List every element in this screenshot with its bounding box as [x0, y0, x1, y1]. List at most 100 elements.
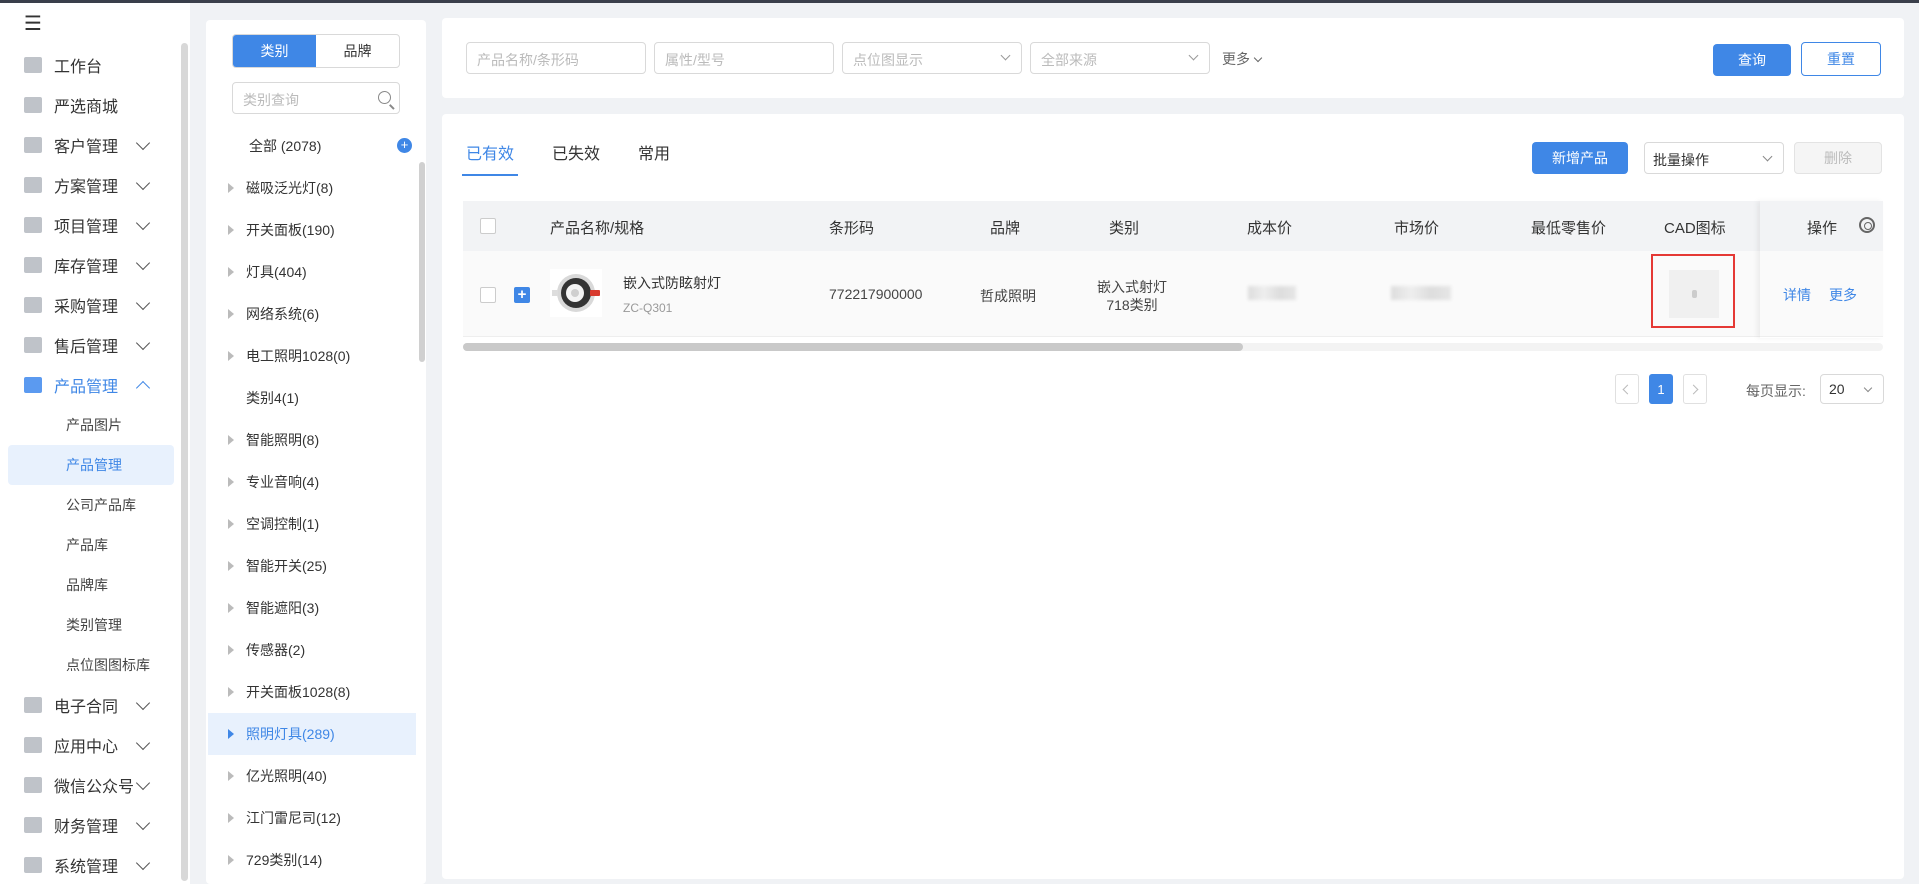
- category-scrollbar[interactable]: [419, 162, 425, 362]
- product-name-input[interactable]: 产品名称/条形码: [466, 42, 646, 74]
- table-horizontal-scrollbar[interactable]: [463, 343, 1883, 351]
- sidebar-item-customer[interactable]: 客户管理: [0, 125, 180, 165]
- reset-button[interactable]: 重置: [1801, 42, 1881, 76]
- category-search-placeholder: 类别查询: [243, 92, 299, 108]
- source-select[interactable]: 全部来源: [1030, 42, 1210, 74]
- category-item[interactable]: 亿光照明(40): [208, 755, 416, 797]
- sidebar-subitem-point-icon-library[interactable]: 点位图图标库: [0, 645, 180, 685]
- expand-arrow-icon[interactable]: [228, 309, 234, 319]
- tab-brand[interactable]: 品牌: [316, 35, 399, 67]
- sidebar-scrollbar[interactable]: [181, 43, 188, 881]
- expand-arrow-icon[interactable]: [228, 855, 234, 865]
- expand-arrow-icon[interactable]: [228, 771, 234, 781]
- category-item[interactable]: 传感器(2): [208, 629, 416, 671]
- category-item[interactable]: 专业音响(4): [208, 461, 416, 503]
- next-page-button[interactable]: [1683, 374, 1707, 404]
- expand-arrow-icon[interactable]: [228, 477, 234, 487]
- query-button[interactable]: 查询: [1713, 44, 1791, 76]
- sidebar-item-apps[interactable]: 应用中心: [0, 725, 180, 765]
- expand-arrow-icon[interactable]: [228, 603, 234, 613]
- row-checkbox[interactable]: [480, 287, 496, 303]
- sidebar-subitem-category-management[interactable]: 类别管理: [0, 605, 180, 645]
- expand-arrow-icon[interactable]: [228, 351, 234, 361]
- add-category-icon[interactable]: +: [397, 138, 412, 153]
- batch-operation-select[interactable]: 批量操作: [1644, 142, 1784, 174]
- expand-arrow-icon[interactable]: [228, 267, 234, 277]
- category-item[interactable]: 开关面板(190): [208, 209, 416, 251]
- category-item[interactable]: 江门雷尼司(12): [208, 797, 416, 839]
- menu-collapse-icon[interactable]: ☰: [24, 14, 46, 34]
- sidebar-subitem-product-images[interactable]: 产品图片: [0, 405, 180, 445]
- tab-inactive-products[interactable]: 已失效: [548, 140, 604, 176]
- contract-icon: [24, 697, 42, 713]
- cad-icon-image[interactable]: [1669, 270, 1719, 318]
- sidebar-item-aftersale[interactable]: 售后管理: [0, 325, 180, 365]
- chevron-up-icon: [135, 380, 151, 396]
- add-product-button[interactable]: 新增产品: [1532, 142, 1628, 174]
- col-min-retail: 最低零售价: [1531, 220, 1607, 237]
- search-icon[interactable]: [378, 91, 391, 104]
- category-all[interactable]: 全部 (2078): [249, 136, 321, 156]
- tab-common-products[interactable]: 常用: [634, 140, 674, 176]
- detail-link[interactable]: 详情: [1783, 285, 1811, 305]
- sidebar-item-contract[interactable]: 电子合同: [0, 685, 180, 725]
- sidebar-item-store[interactable]: 严选商城: [0, 85, 180, 125]
- expand-arrow-icon[interactable]: [228, 687, 234, 697]
- more-filters-toggle[interactable]: 更多: [1222, 49, 1263, 69]
- expand-arrow-icon[interactable]: [228, 183, 234, 193]
- attribute-input[interactable]: 属性/型号: [654, 42, 834, 74]
- more-link[interactable]: 更多: [1829, 285, 1857, 305]
- col-cad: CAD图标: [1664, 220, 1726, 237]
- per-page-select[interactable]: 20: [1820, 374, 1884, 404]
- expand-arrow-icon[interactable]: [228, 729, 234, 739]
- category-item[interactable]: 空调控制(1): [208, 503, 416, 545]
- category-item-selected[interactable]: 照明灯具(289): [208, 713, 416, 755]
- expand-arrow-icon[interactable]: [228, 225, 234, 235]
- expand-arrow-icon[interactable]: [228, 519, 234, 529]
- sidebar-item-workbench[interactable]: 工作台: [0, 45, 180, 85]
- scrollbar-thumb[interactable]: [463, 343, 1243, 351]
- cart-icon: [24, 297, 42, 313]
- tab-category[interactable]: 类别: [233, 35, 316, 67]
- sidebar-item-wechat[interactable]: 微信公众号: [0, 765, 180, 805]
- category-item[interactable]: 磁吸泛光灯(8): [208, 167, 416, 209]
- expand-arrow-icon[interactable]: [228, 645, 234, 655]
- table-row[interactable]: + 嵌入式防眩射灯 ZC-Q301 772217900000 哲成照明 嵌入式射…: [463, 251, 1883, 337]
- tab-active-products[interactable]: 已有效: [462, 140, 519, 176]
- expand-arrow-icon[interactable]: [228, 813, 234, 823]
- sidebar-subitem-product-management[interactable]: 产品管理: [8, 445, 174, 485]
- category-item[interactable]: 灯具(404): [208, 251, 416, 293]
- category-item[interactable]: 智能遮阳(3): [208, 587, 416, 629]
- sidebar-item-plan[interactable]: 方案管理: [0, 165, 180, 205]
- product-thumbnail[interactable]: [550, 269, 602, 317]
- category-item-label: 照明灯具(289): [246, 726, 335, 742]
- category-item[interactable]: 729类别(14): [208, 839, 416, 881]
- sidebar-item-system[interactable]: 系统管理: [0, 845, 180, 884]
- sidebar-item-product[interactable]: 产品管理: [0, 365, 180, 405]
- category-search-input[interactable]: 类别查询: [232, 82, 400, 114]
- sidebar-subitem-company-library[interactable]: 公司产品库: [0, 485, 180, 525]
- gear-icon[interactable]: [1859, 217, 1875, 233]
- sidebar-item-label: 系统管理: [54, 859, 119, 876]
- sidebar-item-inventory[interactable]: 库存管理: [0, 245, 180, 285]
- select-all-checkbox[interactable]: [480, 218, 496, 234]
- sidebar-subitem-product-library[interactable]: 产品库: [0, 525, 180, 565]
- category-item[interactable]: 网络系统(6): [208, 293, 416, 335]
- point-display-select[interactable]: 点位图显示: [842, 42, 1022, 74]
- page-current[interactable]: 1: [1649, 374, 1673, 404]
- expand-row-icon[interactable]: +: [514, 287, 530, 303]
- expand-arrow-icon[interactable]: [228, 561, 234, 571]
- category-item[interactable]: 智能开关(25): [208, 545, 416, 587]
- sidebar-subitem-brand-library[interactable]: 品牌库: [0, 565, 180, 605]
- sidebar-item-finance[interactable]: 财务管理: [0, 805, 180, 845]
- category-item[interactable]: 智能照明(8): [208, 419, 416, 461]
- chevron-down-icon: [1188, 50, 1199, 61]
- sidebar-item-purchase[interactable]: 采购管理: [0, 285, 180, 325]
- category-item[interactable]: 开关面板1028(8): [208, 671, 416, 713]
- sidebar-item-project[interactable]: 项目管理: [0, 205, 180, 245]
- prev-page-button[interactable]: [1615, 374, 1639, 404]
- delete-button[interactable]: 删除: [1794, 142, 1882, 174]
- category-item[interactable]: 电工照明1028(0): [208, 335, 416, 377]
- category-item[interactable]: 类别4(1): [208, 377, 416, 419]
- expand-arrow-icon[interactable]: [228, 435, 234, 445]
